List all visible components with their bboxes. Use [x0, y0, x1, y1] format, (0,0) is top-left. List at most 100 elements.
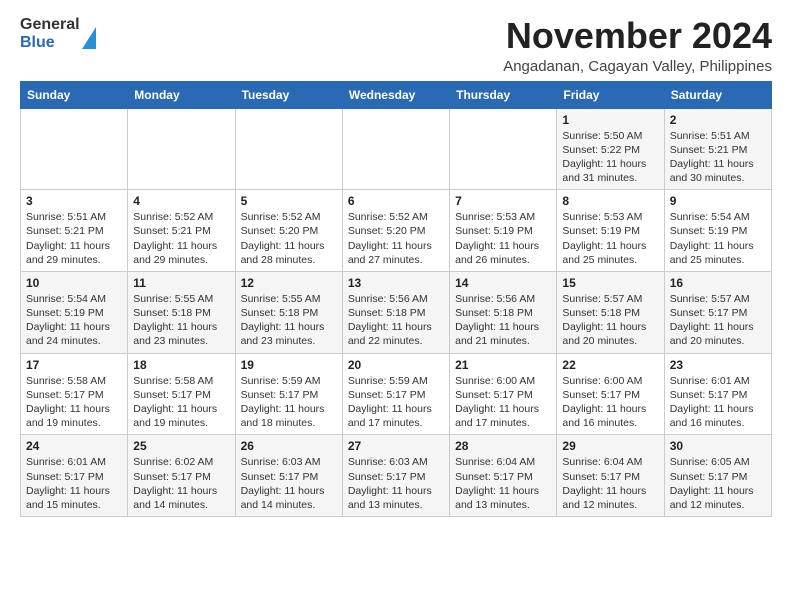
day-number: 26 — [241, 439, 337, 453]
logo-triangle-icon — [82, 27, 96, 49]
calendar-cell: 12Sunrise: 5:55 AMSunset: 5:18 PMDayligh… — [235, 271, 342, 353]
calendar-cell: 25 Sunrise: 6:02 AMSunset: 5:17 PMDayligh… — [128, 435, 235, 517]
calendar-cell: 5Sunrise: 5:52 AMSunset: 5:20 PMDaylight… — [235, 190, 342, 272]
day-number: 10 — [26, 276, 122, 290]
calendar-cell — [128, 108, 235, 190]
day-info: Sunrise: 5:53 AMSunset: 5:19 PMDaylight:… — [455, 210, 551, 267]
day-number: 14 — [455, 276, 551, 290]
day-number: 25 — [133, 439, 229, 453]
calendar-cell — [342, 108, 449, 190]
day-number: 7 — [455, 194, 551, 208]
day-info: Sunrise: 5:51 AMSunset: 5:21 PMDaylight:… — [670, 129, 766, 186]
column-header-wednesday: Wednesday — [342, 81, 449, 108]
day-number: 21 — [455, 358, 551, 372]
calendar-cell: 26 Sunrise: 6:03 AMSunset: 5:17 PMDayligh… — [235, 435, 342, 517]
calendar-cell: 17 Sunrise: 5:58 AMSunset: 5:17 PMDayligh… — [21, 353, 128, 435]
day-number: 4 — [133, 194, 229, 208]
day-number: 1 — [562, 113, 658, 127]
day-info: Sunrise: 6:03 AMSunset: 5:17 PMDaylight:… — [348, 455, 444, 512]
day-number: 13 — [348, 276, 444, 290]
day-info: Sunrise: 5:57 AMSunset: 5:17 PMDaylight:… — [670, 292, 766, 349]
logo-blue-text: Blue — [20, 34, 80, 52]
calendar-body: 1 Sunrise: 5:50 AMSunset: 5:22 PMDaylight… — [21, 108, 772, 516]
day-info: Sunrise: 5:53 AMSunset: 5:19 PMDaylight:… — [562, 210, 658, 267]
day-info: Sunrise: 5:55 AMSunset: 5:18 PMDaylight:… — [241, 292, 337, 349]
day-number: 22 — [562, 358, 658, 372]
calendar-cell: 9 Sunrise: 5:54 AMSunset: 5:19 PMDaylight… — [664, 190, 771, 272]
calendar-cell: 19Sunrise: 5:59 AMSunset: 5:17 PMDayligh… — [235, 353, 342, 435]
day-info: Sunrise: 5:51 AMSunset: 5:21 PMDaylight:… — [26, 210, 122, 267]
calendar-cell: 6 Sunrise: 5:52 AMSunset: 5:20 PMDaylight… — [342, 190, 449, 272]
day-info: Sunrise: 6:02 AMSunset: 5:17 PMDaylight:… — [133, 455, 229, 512]
day-info: Sunrise: 6:01 AMSunset: 5:17 PMDaylight:… — [670, 374, 766, 431]
day-info: Sunrise: 5:56 AMSunset: 5:18 PMDaylight:… — [455, 292, 551, 349]
day-number: 17 — [26, 358, 122, 372]
day-info: Sunrise: 5:59 AMSunset: 5:17 PMDaylight:… — [348, 374, 444, 431]
calendar-cell: 21 Sunrise: 6:00 AMSunset: 5:17 PMDayligh… — [450, 353, 557, 435]
day-info: Sunrise: 5:52 AMSunset: 5:21 PMDaylight:… — [133, 210, 229, 267]
day-info: Sunrise: 6:04 AMSunset: 5:17 PMDaylight:… — [455, 455, 551, 512]
day-info: Sunrise: 5:50 AMSunset: 5:22 PMDaylight:… — [562, 129, 658, 186]
calendar-cell: 29Sunrise: 6:04 AMSunset: 5:17 PMDayligh… — [557, 435, 664, 517]
day-info: Sunrise: 5:54 AMSunset: 5:19 PMDaylight:… — [26, 292, 122, 349]
day-number: 11 — [133, 276, 229, 290]
day-number: 2 — [670, 113, 766, 127]
calendar-cell: 23 Sunrise: 6:01 AMSunset: 5:17 PMDayligh… — [664, 353, 771, 435]
day-info: Sunrise: 5:56 AMSunset: 5:18 PMDaylight:… — [348, 292, 444, 349]
calendar-header-row: SundayMondayTuesdayWednesdayThursdayFrid… — [21, 81, 772, 108]
calendar-cell: 3 Sunrise: 5:51 AMSunset: 5:21 PMDaylight… — [21, 190, 128, 272]
calendar-cell: 8 Sunrise: 5:53 AMSunset: 5:19 PMDaylight… — [557, 190, 664, 272]
header: General Blue November 2024 Angadanan, Ca… — [20, 16, 772, 75]
column-header-saturday: Saturday — [664, 81, 771, 108]
calendar-cell: 30Sunrise: 6:05 AMSunset: 5:17 PMDayligh… — [664, 435, 771, 517]
day-info: Sunrise: 5:57 AMSunset: 5:18 PMDaylight:… — [562, 292, 658, 349]
day-info: Sunrise: 6:00 AMSunset: 5:17 PMDaylight:… — [455, 374, 551, 431]
calendar-cell: 10 Sunrise: 5:54 AMSunset: 5:19 PMDayligh… — [21, 271, 128, 353]
day-info: Sunrise: 6:03 AMSunset: 5:17 PMDaylight:… — [241, 455, 337, 512]
calendar-table: SundayMondayTuesdayWednesdayThursdayFrid… — [20, 81, 772, 517]
calendar-cell: 11 Sunrise: 5:55 AMSunset: 5:18 PMDayligh… — [128, 271, 235, 353]
day-number: 6 — [348, 194, 444, 208]
location-title: Angadanan, Cagayan Valley, Philippines — [503, 58, 772, 75]
title-area: November 2024 Angadanan, Cagayan Valley,… — [503, 16, 772, 75]
day-info: Sunrise: 6:05 AMSunset: 5:17 PMDaylight:… — [670, 455, 766, 512]
calendar-cell: 20 Sunrise: 5:59 AMSunset: 5:17 PMDayligh… — [342, 353, 449, 435]
day-number: 19 — [241, 358, 337, 372]
day-info: Sunrise: 5:58 AMSunset: 5:17 PMDaylight:… — [133, 374, 229, 431]
day-info: Sunrise: 6:00 AMSunset: 5:17 PMDaylight:… — [562, 374, 658, 431]
calendar-week-row: 3 Sunrise: 5:51 AMSunset: 5:21 PMDaylight… — [21, 190, 772, 272]
day-number: 18 — [133, 358, 229, 372]
calendar-cell — [235, 108, 342, 190]
column-header-thursday: Thursday — [450, 81, 557, 108]
calendar-cell: 28 Sunrise: 6:04 AMSunset: 5:17 PMDayligh… — [450, 435, 557, 517]
day-number: 5 — [241, 194, 337, 208]
calendar-cell: 16Sunrise: 5:57 AMSunset: 5:17 PMDayligh… — [664, 271, 771, 353]
logo-general-text: General — [20, 16, 80, 34]
calendar-cell — [21, 108, 128, 190]
calendar-cell: 15 Sunrise: 5:57 AMSunset: 5:18 PMDayligh… — [557, 271, 664, 353]
logo: General Blue — [20, 16, 96, 51]
day-info: Sunrise: 6:01 AMSunset: 5:17 PMDaylight:… — [26, 455, 122, 512]
day-info: Sunrise: 5:54 AMSunset: 5:19 PMDaylight:… — [670, 210, 766, 267]
day-info: Sunrise: 6:04 AMSunset: 5:17 PMDaylight:… — [562, 455, 658, 512]
calendar-week-row: 10 Sunrise: 5:54 AMSunset: 5:19 PMDayligh… — [21, 271, 772, 353]
calendar-cell: 13 Sunrise: 5:56 AMSunset: 5:18 PMDayligh… — [342, 271, 449, 353]
calendar-cell: 14 Sunrise: 5:56 AMSunset: 5:18 PMDayligh… — [450, 271, 557, 353]
day-number: 20 — [348, 358, 444, 372]
day-number: 8 — [562, 194, 658, 208]
day-info: Sunrise: 5:52 AMSunset: 5:20 PMDaylight:… — [348, 210, 444, 267]
day-number: 9 — [670, 194, 766, 208]
day-number: 24 — [26, 439, 122, 453]
calendar-week-row: 17 Sunrise: 5:58 AMSunset: 5:17 PMDayligh… — [21, 353, 772, 435]
day-number: 3 — [26, 194, 122, 208]
column-header-tuesday: Tuesday — [235, 81, 342, 108]
day-info: Sunrise: 5:55 AMSunset: 5:18 PMDaylight:… — [133, 292, 229, 349]
calendar-cell: 27Sunrise: 6:03 AMSunset: 5:17 PMDayligh… — [342, 435, 449, 517]
day-info: Sunrise: 5:58 AMSunset: 5:17 PMDaylight:… — [26, 374, 122, 431]
month-title: November 2024 — [503, 16, 772, 56]
calendar-cell: 18 Sunrise: 5:58 AMSunset: 5:17 PMDayligh… — [128, 353, 235, 435]
day-number: 23 — [670, 358, 766, 372]
day-number: 15 — [562, 276, 658, 290]
calendar-cell: 4 Sunrise: 5:52 AMSunset: 5:21 PMDaylight… — [128, 190, 235, 272]
day-number: 28 — [455, 439, 551, 453]
